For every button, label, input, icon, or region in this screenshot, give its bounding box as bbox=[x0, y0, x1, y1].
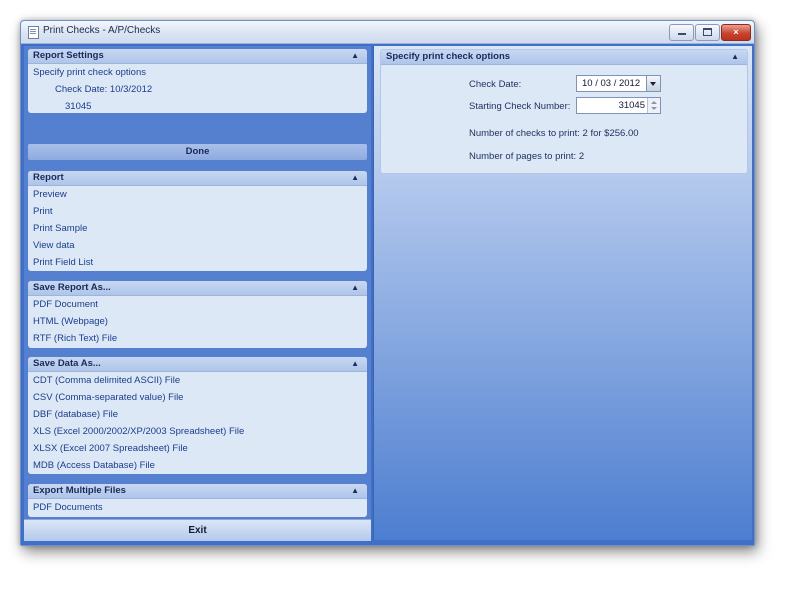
spin-down-icon[interactable] bbox=[651, 107, 657, 110]
export-multiple-title: Export Multiple Files bbox=[33, 485, 126, 496]
close-button[interactable]: × bbox=[721, 24, 751, 41]
title-bar: Print Checks - A/P/Checks × bbox=[21, 21, 754, 44]
report-item-view-data[interactable]: View data bbox=[28, 237, 367, 254]
right-options-panel: Specify print check options ▲︎ Check Dat… bbox=[373, 46, 752, 540]
save-report-html[interactable]: HTML (Webpage) bbox=[28, 313, 367, 330]
starting-check-number-stepper[interactable]: 31045 bbox=[576, 97, 661, 114]
chevron-double-up-icon[interactable]: ▲︎ bbox=[351, 171, 359, 185]
minimize-button[interactable] bbox=[669, 24, 694, 41]
chevron-double-up-icon[interactable]: ▲︎ bbox=[731, 50, 739, 64]
save-data-as-group: Save Data As... ▲︎ CDT (Comma delimited … bbox=[28, 357, 367, 474]
chevron-double-up-icon[interactable]: ▲︎ bbox=[351, 484, 359, 498]
check-date-field-label: Check Date: bbox=[469, 79, 522, 90]
save-data-csv[interactable]: CSV (Comma-separated value) File bbox=[28, 389, 367, 406]
report-settings-title: Report Settings bbox=[33, 50, 104, 61]
save-report-as-header[interactable]: Save Report As... ▲︎ bbox=[28, 281, 367, 296]
exit-button[interactable]: Exit bbox=[24, 519, 371, 541]
export-pdf-documents[interactable]: PDF Documents bbox=[28, 499, 367, 516]
save-data-cdt[interactable]: CDT (Comma delimited ASCII) File bbox=[28, 372, 367, 389]
spin-up-icon[interactable] bbox=[651, 101, 657, 104]
save-data-dbf[interactable]: DBF (database) File bbox=[28, 406, 367, 423]
checks-to-print-label: Number of checks to print: bbox=[469, 128, 580, 139]
report-settings-header[interactable]: Report Settings ▲︎ bbox=[28, 49, 367, 64]
check-date-picker[interactable]: 10 / 03 / 2012 bbox=[576, 75, 661, 92]
report-group: Report ▲︎ Preview Print Print Sample Vie… bbox=[28, 171, 367, 271]
report-settings-group: Report Settings ▲︎ Specify print check o… bbox=[28, 49, 367, 113]
check-date-label: Check Date: bbox=[55, 84, 108, 95]
check-date-value: 10/3/2012 bbox=[109, 84, 153, 95]
report-item-print-field-list[interactable]: Print Field List bbox=[28, 254, 367, 271]
print-options-group: Specify print check options ▲︎ Check Dat… bbox=[380, 49, 748, 174]
calendar-dropdown-icon[interactable] bbox=[646, 76, 660, 91]
maximize-button[interactable] bbox=[695, 24, 720, 41]
save-report-as-title: Save Report As... bbox=[33, 282, 111, 293]
report-settings-check-number: 31045 bbox=[65, 101, 92, 112]
export-multiple-group: Export Multiple Files ▲︎ PDF Documents bbox=[28, 484, 367, 517]
save-report-pdf[interactable]: PDF Document bbox=[28, 296, 367, 313]
export-multiple-header[interactable]: Export Multiple Files ▲︎ bbox=[28, 484, 367, 499]
save-report-rtf[interactable]: RTF (Rich Text) File bbox=[28, 330, 367, 347]
chevron-double-up-icon[interactable]: ▲︎ bbox=[351, 281, 359, 295]
report-header[interactable]: Report ▲︎ bbox=[28, 171, 367, 186]
maximize-icon bbox=[703, 28, 712, 36]
starting-check-number-value[interactable]: 31045 bbox=[619, 98, 645, 113]
report-item-preview[interactable]: Preview bbox=[28, 186, 367, 203]
done-button[interactable]: Done bbox=[28, 144, 367, 160]
chevron-double-up-icon[interactable]: ▲︎ bbox=[351, 49, 359, 63]
pages-to-print-value: 2 bbox=[578, 151, 585, 162]
print-options-header[interactable]: Specify print check options ▲︎ bbox=[381, 50, 747, 65]
report-settings-description[interactable]: Specify print check options bbox=[28, 64, 367, 81]
save-report-as-group: Save Report As... ▲︎ PDF Document HTML (… bbox=[28, 281, 367, 348]
print-options-title: Specify print check options bbox=[386, 51, 511, 62]
save-data-xls[interactable]: XLS (Excel 2000/2002/XP/2003 Spreadsheet… bbox=[28, 423, 367, 440]
left-task-panel: Report Settings ▲︎ Specify print check o… bbox=[24, 46, 371, 541]
report-item-print[interactable]: Print bbox=[28, 203, 367, 220]
pages-to-print-row: Number of pages to print: 2 bbox=[469, 151, 584, 162]
save-data-as-header[interactable]: Save Data As... ▲︎ bbox=[28, 357, 367, 372]
save-data-xlsx[interactable]: XLSX (Excel 2007 Spreadsheet) File bbox=[28, 440, 367, 457]
pages-to-print-label: Number of pages to print: bbox=[469, 151, 577, 162]
report-settings-check-date: Check Date: 10/3/2012 bbox=[28, 81, 367, 98]
print-checks-window: Print Checks - A/P/Checks × Report Setti… bbox=[20, 20, 755, 546]
starting-check-number-label: Starting Check Number: bbox=[469, 101, 571, 112]
checks-to-print-value: 2 for $256.00 bbox=[582, 128, 639, 139]
report-item-print-sample[interactable]: Print Sample bbox=[28, 220, 367, 237]
checks-to-print-row: Number of checks to print: 2 for $256.00 bbox=[469, 128, 639, 139]
check-date-field-value[interactable]: 10 / 03 / 2012 bbox=[577, 78, 640, 89]
chevron-double-up-icon[interactable]: ▲︎ bbox=[351, 357, 359, 371]
document-icon bbox=[28, 26, 39, 39]
spin-buttons[interactable] bbox=[647, 98, 660, 113]
window-title: Print Checks - A/P/Checks bbox=[43, 25, 161, 36]
report-title: Report bbox=[33, 172, 64, 183]
minimize-icon bbox=[677, 33, 686, 35]
save-data-as-title: Save Data As... bbox=[33, 358, 101, 369]
save-data-mdb[interactable]: MDB (Access Database) File bbox=[28, 457, 367, 474]
